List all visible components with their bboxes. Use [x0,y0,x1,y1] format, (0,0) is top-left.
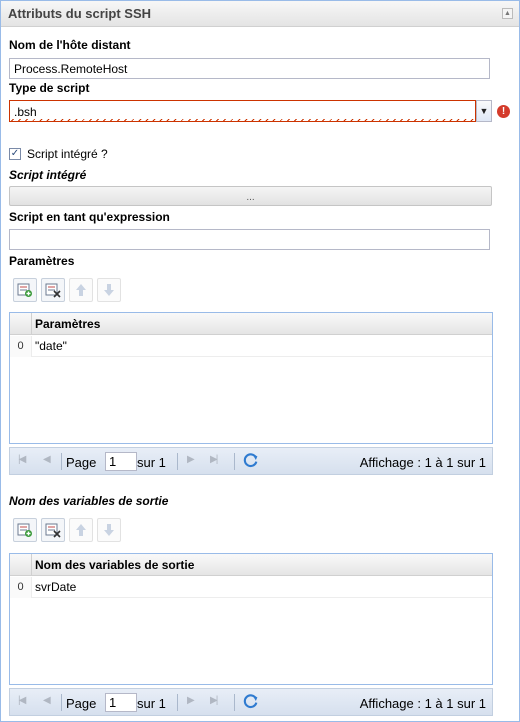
first-page-icon[interactable]: |◀ [18,454,26,465]
row-number-header [10,554,32,575]
page-count-label: sur 1 [137,696,166,711]
delete-row-icon[interactable] [41,518,65,542]
pager-separator [234,694,235,711]
remote-host-label: Nom de l'hôte distant [9,38,131,52]
remote-host-input[interactable]: Process.RemoteHost [9,58,490,79]
delete-row-icon[interactable] [41,278,65,302]
embedded-script-collapsed-bar[interactable]: ... [9,186,492,206]
output-variables-section-label: Nom des variables de sortie [9,494,169,508]
next-page-icon[interactable]: ▶ [187,695,195,706]
page-label: Page [66,696,97,711]
page-label: Page [66,455,97,470]
first-page-icon[interactable]: |◀ [18,695,26,706]
refresh-icon[interactable] [242,451,259,468]
parameters-column-header[interactable]: Paramètres [35,317,100,331]
row-index: 0 [10,336,32,357]
page-display-info: Affichage : 1 à 1 sur 1 [359,455,486,470]
add-row-icon[interactable] [13,278,37,302]
output-variables-column-header[interactable]: Nom des variables de sortie [35,558,194,572]
prev-page-icon[interactable]: ◀ [43,454,51,465]
parameters-toolbar [13,278,133,302]
pager-separator [61,453,62,470]
embedded-script-checkbox-label[interactable]: Script intégré ? [27,147,108,161]
embedded-script-label: Script intégré [9,168,87,182]
page-number-input[interactable]: 1 [105,452,137,471]
output-variable-cell[interactable]: svrDate [35,577,76,598]
embedded-script-checkbox[interactable]: ✓ [9,148,21,160]
move-up-icon[interactable] [69,518,93,542]
combo-trigger-icon[interactable]: ▼ [476,100,492,122]
output-variables-grid-header: Nom des variables de sortie [10,554,492,576]
panel-title: Attributs du script SSH [8,6,152,21]
script-type-input[interactable]: .bsh [9,100,476,122]
table-row[interactable]: 0 "date" [10,336,492,357]
move-up-icon[interactable] [69,278,93,302]
add-row-icon[interactable] [13,518,37,542]
refresh-icon[interactable] [242,692,259,709]
move-down-icon[interactable] [97,518,121,542]
parameters-grid: Paramètres 0 "date" [9,312,493,444]
pager-separator [177,453,178,470]
parameters-pager: |◀ ◀ Page 1 sur 1 ▶ ▶| Affichage : 1 à 1… [9,447,493,475]
output-variables-toolbar [13,518,133,542]
last-page-icon[interactable]: ▶| [210,695,218,706]
next-page-icon[interactable]: ▶ [187,454,195,465]
page-number-input[interactable]: 1 [105,693,137,712]
pager-separator [177,694,178,711]
prev-page-icon[interactable]: ◀ [43,695,51,706]
parameters-grid-header: Paramètres [10,313,492,335]
last-page-icon[interactable]: ▶| [210,454,218,465]
script-type-combo[interactable]: .bsh ▼ [9,100,492,122]
page-display-info: Affichage : 1 à 1 sur 1 [359,696,486,711]
parameter-cell[interactable]: "date" [35,336,67,357]
table-row[interactable]: 0 svrDate [10,577,492,598]
output-variables-pager: |◀ ◀ Page 1 sur 1 ▶ ▶| Affichage : 1 à 1… [9,688,493,716]
output-variables-grid: Nom des variables de sortie 0 svrDate [9,553,493,685]
row-number-header [10,313,32,334]
script-expression-input[interactable] [9,229,490,250]
script-expression-label: Script en tant qu'expression [9,210,170,224]
pager-separator [61,694,62,711]
script-type-label: Type de script [9,81,90,95]
page-count-label: sur 1 [137,455,166,470]
ssh-script-attributes-panel: Attributs du script SSH ▲ Nom de l'hôte … [0,0,520,722]
row-index: 0 [10,577,32,598]
panel-header: Attributs du script SSH ▲ [1,1,519,27]
parameters-section-label: Paramètres [9,254,75,268]
error-icon: ! [497,105,510,118]
move-down-icon[interactable] [97,278,121,302]
collapse-icon[interactable]: ▲ [502,8,513,19]
pager-separator [234,453,235,470]
